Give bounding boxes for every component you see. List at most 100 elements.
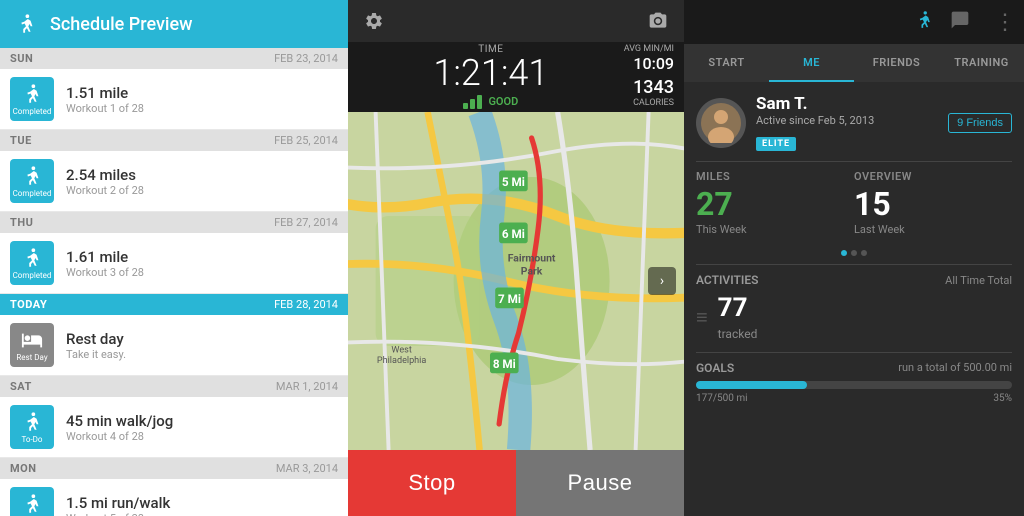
divider-1 bbox=[696, 161, 1012, 162]
day-header-tue: TUEFEB 25, 2014 bbox=[0, 130, 348, 151]
dot-1 bbox=[841, 250, 847, 256]
avatar bbox=[696, 98, 746, 148]
workout-icon: Completed bbox=[10, 241, 54, 285]
workout-title: Rest day bbox=[66, 330, 338, 348]
miles-block: MILES 27 This Week bbox=[696, 170, 854, 236]
workout-icon: To-Do bbox=[10, 487, 54, 516]
avg-value: 10:09 bbox=[624, 54, 674, 73]
workout-icon: Completed bbox=[10, 77, 54, 121]
profile-tabs: STARTMEFRIENDSTRAINING bbox=[684, 44, 1024, 82]
workout-item[interactable]: Rest DayRest dayTake it easy. bbox=[0, 315, 348, 376]
workout-status-icon-label: Completed bbox=[13, 107, 52, 116]
activities-count-row: ≡ 77 tracked bbox=[696, 293, 1012, 342]
workout-title: 1.5 mi run/walk bbox=[66, 494, 338, 512]
profile-top-bar: ⋮ bbox=[684, 0, 1024, 44]
workout-status-icon-label: To-Do bbox=[22, 435, 43, 444]
profile-body: Sam T. Active since Feb 5, 2013 ELITE 9 … bbox=[684, 82, 1024, 516]
day-date: MAR 1, 2014 bbox=[276, 380, 338, 393]
svg-text:5 Mi: 5 Mi bbox=[502, 175, 525, 189]
svg-text:8 Mi: 8 Mi bbox=[493, 357, 516, 371]
activities-label: ACTIVITIES bbox=[696, 273, 758, 287]
miles-label: MILES bbox=[696, 170, 854, 183]
stop-button[interactable]: Stop bbox=[348, 450, 516, 516]
workout-title: 2.54 miles bbox=[66, 166, 338, 184]
progress-percent: 35% bbox=[993, 393, 1012, 404]
day-date: FEB 28, 2014 bbox=[274, 298, 338, 311]
workout-details: 2.54 milesWorkout 2 of 28 bbox=[66, 166, 338, 197]
list-icon: ≡ bbox=[696, 305, 708, 330]
friends-button[interactable]: 9 Friends bbox=[948, 113, 1012, 133]
tab-training[interactable]: TRAINING bbox=[939, 44, 1024, 82]
map-next-icon[interactable]: › bbox=[648, 267, 676, 295]
progress-current: 177/500 mi bbox=[696, 393, 748, 404]
schedule-panel: Schedule Preview SUNFEB 23, 2014 Complet… bbox=[0, 0, 348, 516]
svg-text:Fairmount: Fairmount bbox=[508, 252, 556, 265]
run-icon[interactable] bbox=[914, 10, 934, 35]
workout-details: 45 min walk/jogWorkout 4 of 28 bbox=[66, 412, 338, 443]
workout-status-icon-label: Completed bbox=[13, 271, 52, 280]
svg-text:7 Mi: 7 Mi bbox=[498, 292, 521, 306]
workout-details: Rest dayTake it easy. bbox=[66, 330, 338, 361]
workout-subtitle: Workout 1 of 28 bbox=[66, 102, 338, 115]
activities-total-label: All Time Total bbox=[945, 274, 1012, 287]
svg-text:6 Mi: 6 Mi bbox=[502, 227, 525, 241]
progress-bar-bg bbox=[696, 381, 1012, 389]
elite-badge: ELITE bbox=[756, 137, 796, 151]
profile-user-info: Sam T. Active since Feb 5, 2013 ELITE bbox=[756, 94, 948, 151]
workout-title: 45 min walk/jog bbox=[66, 412, 338, 430]
day-label: TUE bbox=[10, 134, 32, 147]
svg-text:West: West bbox=[391, 346, 411, 356]
calories-block: 1343 CALORIES bbox=[633, 77, 674, 108]
time-value: 1:21:41 bbox=[358, 55, 624, 91]
settings-icon[interactable] bbox=[358, 5, 390, 37]
pause-button[interactable]: Pause bbox=[516, 450, 684, 516]
tab-friends[interactable]: FRIENDS bbox=[854, 44, 939, 82]
workout-icon: To-Do bbox=[10, 405, 54, 449]
workout-subtitle: Workout 5 of 28 bbox=[66, 512, 338, 516]
workout-details: 1.51 mileWorkout 1 of 28 bbox=[66, 84, 338, 115]
miles-last-week: 15 bbox=[854, 185, 1012, 223]
workout-title: 1.61 mile bbox=[66, 248, 338, 266]
workout-item[interactable]: Completed 1.61 mileWorkout 3 of 28 bbox=[0, 233, 348, 294]
tracker-map: 5 Mi 6 Mi 7 Mi 8 Mi Fairmount Park West … bbox=[348, 112, 684, 450]
camera-icon[interactable] bbox=[642, 5, 674, 37]
tracker-time-block: TIME 1:21:41 GOOD bbox=[358, 44, 624, 109]
goals-label: GOALS bbox=[696, 361, 734, 375]
workout-item[interactable]: Completed 1.51 mileWorkout 1 of 28 bbox=[0, 69, 348, 130]
activities-count-block: 77 tracked bbox=[718, 293, 758, 342]
goals-row: GOALS run a total of 500.00 mi bbox=[696, 361, 1012, 375]
divider-3 bbox=[696, 352, 1012, 353]
day-date: FEB 27, 2014 bbox=[274, 216, 338, 229]
tracker-buttons: Stop Pause bbox=[348, 450, 684, 516]
workout-status-icon-label: Completed bbox=[13, 189, 52, 198]
workout-subtitle: Workout 2 of 28 bbox=[66, 184, 338, 197]
workout-item[interactable]: To-Do 1.5 mi run/walkWorkout 5 of 28 bbox=[0, 479, 348, 516]
workout-item[interactable]: Completed 2.54 milesWorkout 2 of 28 bbox=[0, 151, 348, 212]
day-header-sat: SAT MAR 1, 2014 bbox=[0, 376, 348, 397]
workout-title: 1.51 mile bbox=[66, 84, 338, 102]
day-header-mon: MONMAR 3, 2014 bbox=[0, 458, 348, 479]
workout-subtitle: Workout 4 of 28 bbox=[66, 430, 338, 443]
dot-2 bbox=[851, 250, 857, 256]
workout-item[interactable]: To-Do 45 min walk/jogWorkout 4 of 28 bbox=[0, 397, 348, 458]
chat-icon[interactable] bbox=[950, 10, 970, 35]
workout-subtitle: Workout 3 of 28 bbox=[66, 266, 338, 279]
miles-last-week-label: Last Week bbox=[854, 223, 1012, 236]
dot-indicators bbox=[696, 250, 1012, 256]
profile-user-row: Sam T. Active since Feb 5, 2013 ELITE 9 … bbox=[696, 94, 1012, 151]
map-container: 5 Mi 6 Mi 7 Mi 8 Mi Fairmount Park West … bbox=[348, 112, 684, 450]
day-label: SAT bbox=[10, 380, 32, 393]
svg-text:Philadelphia: Philadelphia bbox=[377, 356, 427, 366]
tab-me[interactable]: ME bbox=[769, 44, 854, 82]
more-icon[interactable]: ⋮ bbox=[994, 10, 1016, 35]
divider-2 bbox=[696, 264, 1012, 265]
schedule-title: Schedule Preview bbox=[50, 14, 193, 35]
activities-count: 77 bbox=[718, 293, 748, 323]
workout-subtitle: Take it easy. bbox=[66, 348, 338, 361]
stats-row: MILES 27 This Week OVERVIEW 15 Last Week bbox=[696, 170, 1012, 236]
tab-start[interactable]: START bbox=[684, 44, 769, 82]
signal-label: GOOD bbox=[488, 95, 518, 108]
progress-bar-fill bbox=[696, 381, 807, 389]
day-label: THU bbox=[10, 216, 33, 229]
active-since: Active since Feb 5, 2013 bbox=[756, 114, 948, 127]
